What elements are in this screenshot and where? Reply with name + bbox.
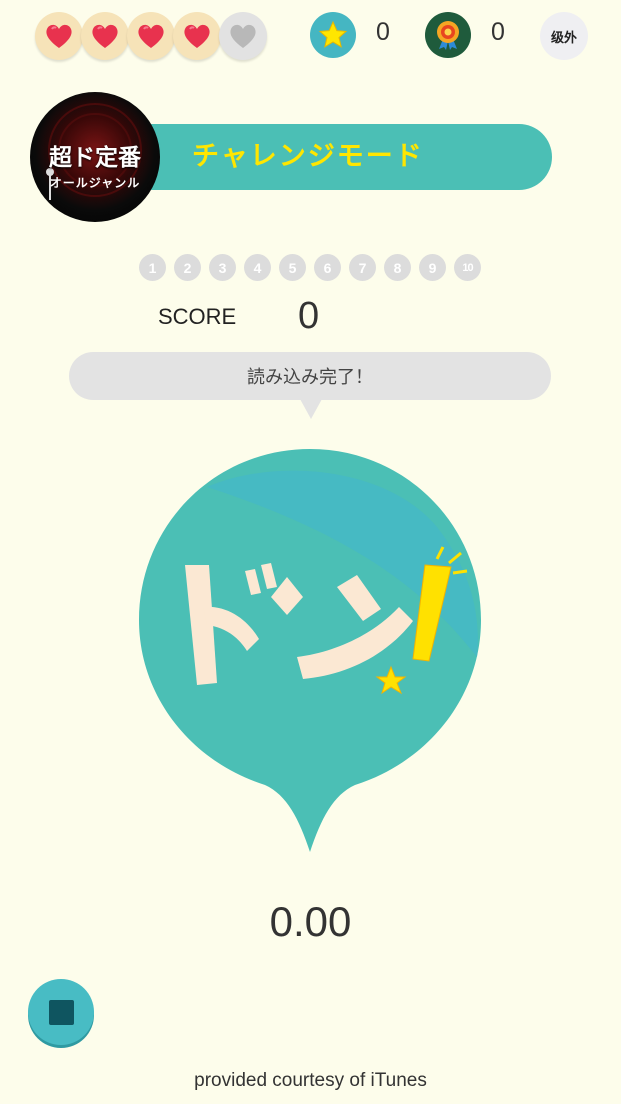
rank-badge[interactable]: 级外 <box>540 12 588 60</box>
status-bubble: 読み込み完了！ <box>69 352 551 400</box>
genre-logo: 超ド定番 オールジャンル <box>30 92 160 222</box>
medal-icon <box>425 12 471 58</box>
score-value: 0 <box>298 295 320 337</box>
star-icon <box>310 12 356 58</box>
genre-subtitle: オールジャンル <box>49 176 141 190</box>
question-dot: 3 <box>209 254 236 281</box>
heart-empty-icon <box>219 12 267 60</box>
timer-display: 0.00 <box>269 898 352 945</box>
bubble-tail <box>300 399 322 419</box>
stop-button[interactable] <box>28 979 94 1045</box>
question-dot: 7 <box>349 254 376 281</box>
question-dot: 8 <box>384 254 411 281</box>
heart-full-icon <box>127 12 175 60</box>
question-dot: 9 <box>419 254 446 281</box>
stop-icon <box>48 999 74 1025</box>
mode-banner: チャレンジモード <box>120 124 552 190</box>
genre-name: 超ド定番 <box>49 144 141 171</box>
heart-full-icon <box>173 12 221 60</box>
star-count: 0 <box>376 18 390 46</box>
itunes-credit: provided courtesy of iTunes <box>194 1070 427 1091</box>
question-dot: 5 <box>279 254 306 281</box>
question-dot: 4 <box>244 254 271 281</box>
question-dot: 2 <box>174 254 201 281</box>
medal-count: 0 <box>491 18 505 46</box>
heart-full-icon <box>35 12 83 60</box>
rank-label: 级外 <box>550 30 577 46</box>
score-label: SCORE <box>158 304 237 329</box>
heart-full-icon <box>81 12 129 60</box>
status-message: 読み込み完了！ <box>247 367 373 388</box>
question-dot: 10 <box>454 254 481 281</box>
mode-title: チャレンジモード <box>192 141 424 172</box>
question-dot: 1 <box>139 254 166 281</box>
don-button-graphic <box>139 449 481 852</box>
question-dot: 6 <box>314 254 341 281</box>
don-button[interactable] <box>137 447 483 857</box>
